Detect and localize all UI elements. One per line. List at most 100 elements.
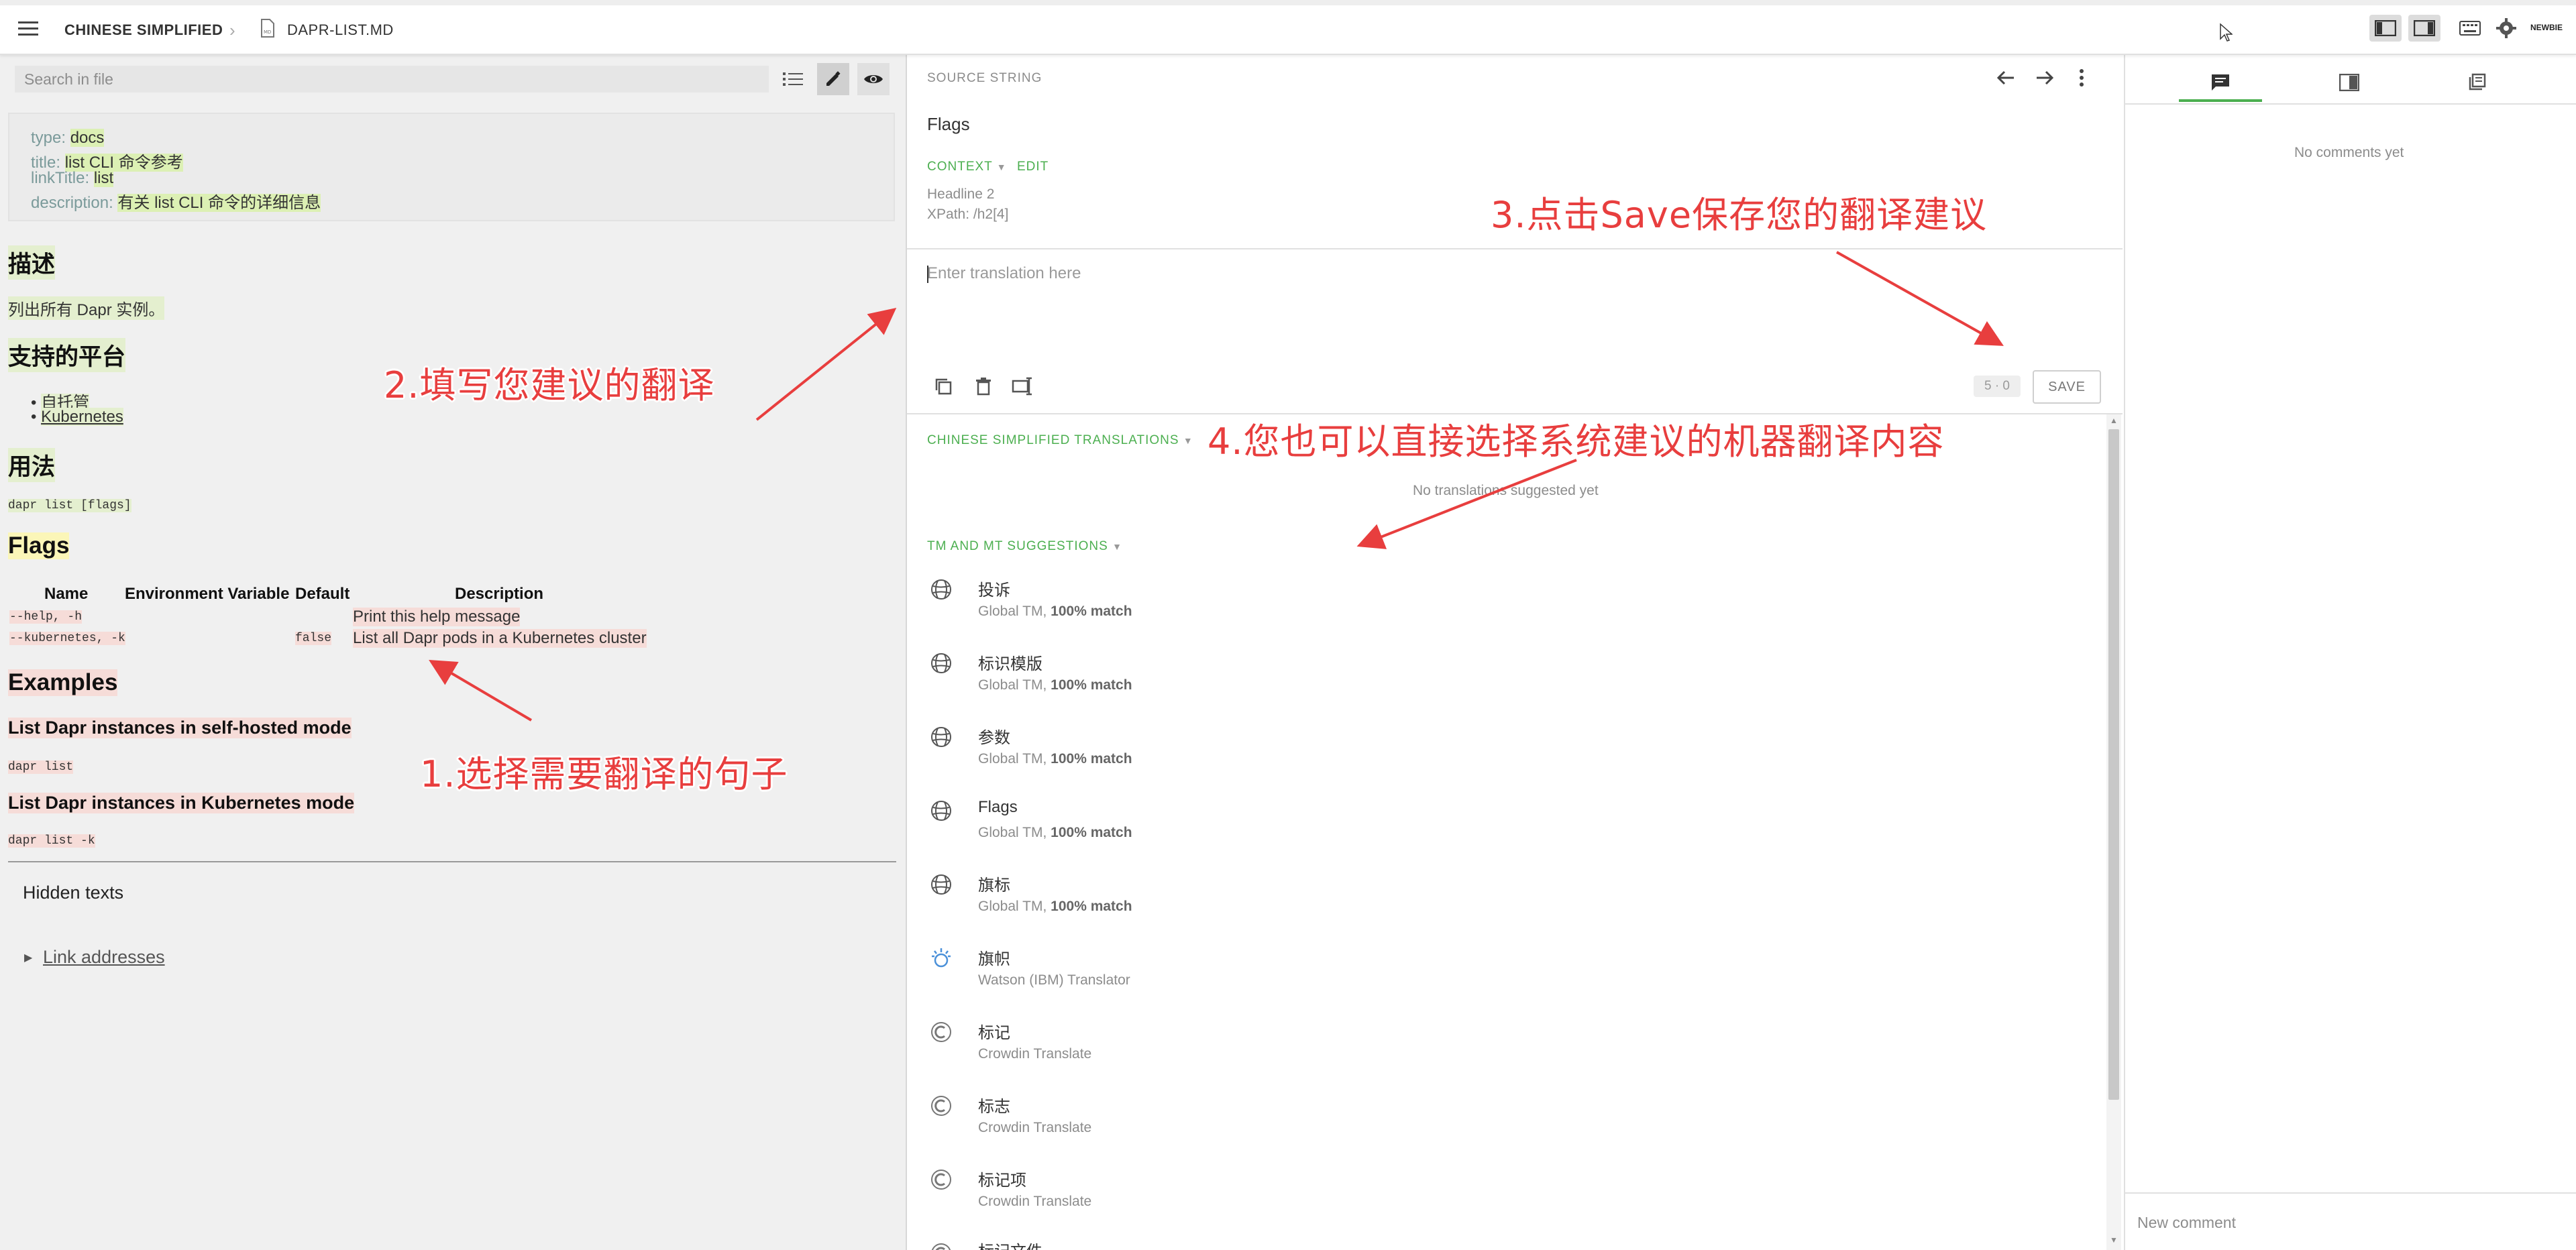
caret-down-icon: ▼ <box>1183 435 1193 446</box>
fm-value[interactable]: list <box>93 169 114 187</box>
tab-glossary[interactable] <box>2308 66 2391 99</box>
table-cell-name[interactable]: --help, -h <box>9 610 83 624</box>
active-tab-indicator <box>2179 99 2262 102</box>
save-button[interactable]: SAVE <box>2033 370 2101 404</box>
translations-section-toggle[interactable]: CHINESE SIMPLIFIED TRANSLATIONS ▼ <box>927 433 1193 448</box>
context-toggle[interactable]: CONTEXT ▼ <box>927 160 1007 174</box>
suggestion-source-name: Global TM, <box>978 677 1051 693</box>
settings-gear-icon[interactable] <box>2491 15 2521 42</box>
toggle-right-panel-icon[interactable] <box>2408 15 2440 42</box>
global-tm-icon <box>930 726 953 748</box>
text-caret <box>927 266 928 283</box>
hamburger-menu-icon[interactable] <box>15 15 42 42</box>
user-badge[interactable]: NEWBIE <box>2530 23 2563 32</box>
delete-trash-icon[interactable] <box>970 373 997 400</box>
file-icon: MD <box>260 19 275 38</box>
suggestion-match: 100% match <box>1051 604 1132 619</box>
suggestion-source-name: Global TM, <box>978 825 1051 840</box>
global-tm-icon <box>930 799 953 822</box>
heading-usage[interactable]: 用法 <box>8 448 56 482</box>
translations-label[interactable]: CHINESE SIMPLIFIED TRANSLATIONS <box>927 433 1179 447</box>
link-addresses-toggle[interactable]: Link addresses <box>43 947 165 968</box>
heading-kubernetes[interactable]: List Dapr instances in Kubernetes mode <box>8 793 355 813</box>
translation-input[interactable]: Enter translation here <box>927 264 1081 283</box>
suggestion-text[interactable]: 旗帜 <box>978 946 1010 969</box>
left-panel <box>0 54 907 1250</box>
divider <box>2124 103 2576 105</box>
suggestion-source-name: Global TM, <box>978 899 1051 914</box>
scroll-up-arrow-icon[interactable]: ▲ <box>2110 416 2118 425</box>
new-comment-input[interactable]: New comment <box>2137 1214 2236 1232</box>
suggestion-source: Crowdin Translate <box>978 1120 1091 1136</box>
watson-icon <box>930 947 953 970</box>
fm-value[interactable]: docs <box>70 129 105 147</box>
paragraph-description[interactable]: 列出所有 Dapr 实例。 <box>8 296 165 320</box>
tab-comments[interactable] <box>2179 66 2262 99</box>
suggestion-text[interactable]: 标记 <box>978 1019 1010 1043</box>
insert-tag-icon[interactable] <box>1008 373 1037 400</box>
code-self-hosted[interactable]: dapr list <box>8 760 74 774</box>
context-line: Headline 2 <box>927 186 995 202</box>
cursor-icon <box>2219 23 2233 46</box>
crowdin-translate-icon <box>930 1021 953 1043</box>
preview-eye-icon[interactable] <box>857 63 890 95</box>
heading-platforms[interactable]: 支持的平台 <box>8 338 126 372</box>
tm-label[interactable]: TM AND MT SUGGESTIONS <box>927 539 1108 553</box>
fm-key: description: <box>31 194 113 212</box>
suggestion-text[interactable]: 标志 <box>978 1093 1010 1117</box>
arrow-right-icon[interactable] <box>2031 66 2058 90</box>
breadcrumb-project[interactable]: CHINESE SIMPLIFIED <box>64 21 223 39</box>
context-line: XPath: /h2[4] <box>927 207 1009 222</box>
table-cell-description[interactable]: List all Dapr pods in a Kubernetes clust… <box>353 629 647 648</box>
hidden-texts-label: Hidden texts <box>23 883 124 903</box>
divider <box>8 861 896 862</box>
platform-link[interactable]: Kubernetes <box>41 408 123 426</box>
keyboard-icon[interactable] <box>2454 15 2486 42</box>
toggle-left-panel-icon[interactable] <box>2369 15 2402 42</box>
search-in-file-input[interactable]: Search in file <box>15 66 769 93</box>
copy-source-icon[interactable] <box>930 373 957 400</box>
scroll-down-arrow-icon[interactable]: ▼ <box>2110 1235 2118 1245</box>
suggestion-text[interactable]: 标识模版 <box>978 650 1042 674</box>
suggestion-source: Global TM, 100% match <box>978 899 1132 915</box>
scrollbar-thumb[interactable] <box>2108 429 2119 1100</box>
suggestion-source-name: Watson (IBM) Translator <box>978 972 1130 988</box>
tm-section-toggle[interactable]: TM AND MT SUGGESTIONS ▼ <box>927 539 1122 554</box>
fm-value[interactable]: 有关 list CLI 命令的详细信息 <box>117 194 321 212</box>
arrow-left-icon[interactable] <box>1992 66 2019 90</box>
divider <box>2124 1192 2576 1194</box>
context-edit-link[interactable]: EDIT <box>1017 160 1049 174</box>
suggestion-source: Global TM, 100% match <box>978 677 1132 693</box>
annotation-step-2: 2.填写您建议的翻译 <box>384 364 715 406</box>
context-label[interactable]: CONTEXT <box>927 160 992 174</box>
table-cell-name[interactable]: --kubernetes, -k <box>9 632 125 645</box>
heading-examples[interactable]: Examples <box>8 669 118 696</box>
fm-key: type: <box>31 129 66 147</box>
code-kubernetes[interactable]: dapr list -k <box>8 834 95 848</box>
suggestion-source: Global TM, 100% match <box>978 751 1132 767</box>
code-usage[interactable]: dapr list [flags] <box>8 499 131 512</box>
more-vertical-icon[interactable] <box>2072 66 2092 90</box>
heading-flags[interactable]: Flags <box>8 532 70 559</box>
global-tm-icon <box>930 578 953 601</box>
suggestion-text[interactable]: 标记项 <box>978 1167 1026 1190</box>
caret-down-icon: ▼ <box>996 162 1007 172</box>
svg-text:MD: MD <box>264 30 271 35</box>
suggestion-text[interactable]: 参数 <box>978 724 1010 748</box>
front-matter-block: type: docs title: list CLI 命令参考 linkTitl… <box>8 113 895 221</box>
heading-description[interactable]: 描述 <box>8 245 56 280</box>
table-header: Description <box>455 585 544 603</box>
list-item-platform[interactable]: • Kubernetes <box>31 408 123 427</box>
character-counter: 5 · 0 <box>1974 376 2021 397</box>
expand-triangle-icon[interactable]: ▶ <box>24 951 32 964</box>
table-cell-default[interactable]: false <box>295 632 332 645</box>
suggestion-text[interactable]: 投诉 <box>978 577 1010 600</box>
tab-history[interactable] <box>2435 66 2518 99</box>
list-view-icon[interactable] <box>778 64 808 94</box>
suggestion-text[interactable]: Flags <box>978 798 1018 817</box>
edit-pencil-icon[interactable] <box>817 63 849 95</box>
table-cell-description[interactable]: Print this help message <box>353 608 521 626</box>
suggestion-text[interactable]: 旗标 <box>978 872 1010 895</box>
heading-self-hosted[interactable]: List Dapr instances in self-hosted mode <box>8 718 352 738</box>
suggestion-match: 100% match <box>1051 751 1132 766</box>
